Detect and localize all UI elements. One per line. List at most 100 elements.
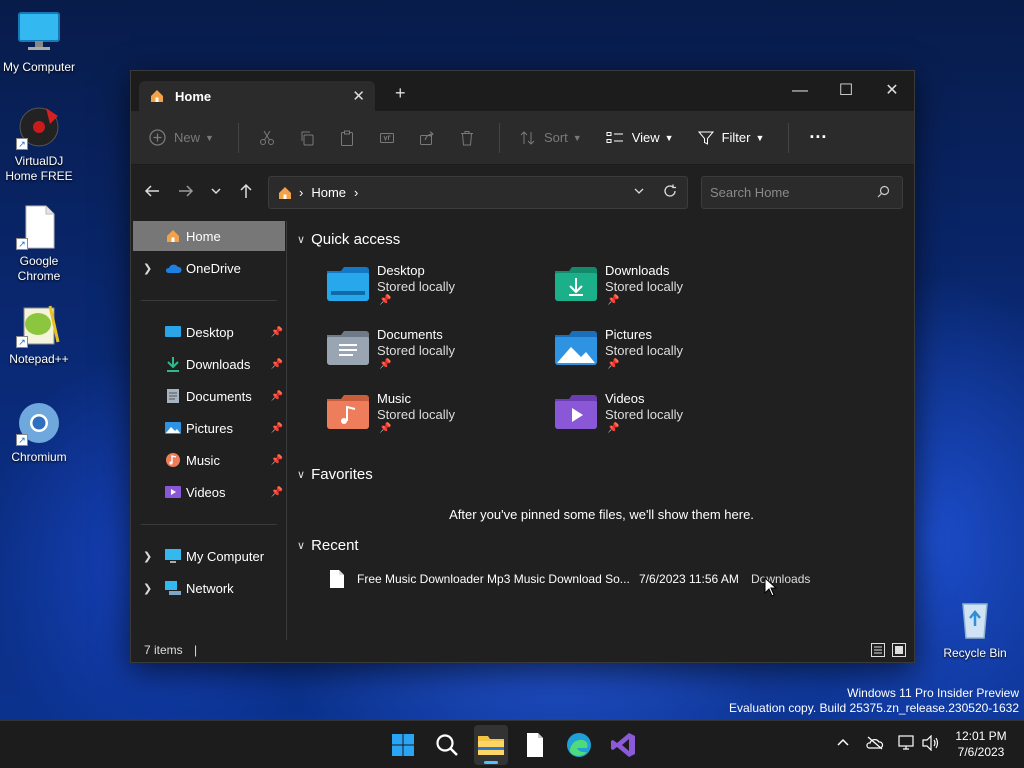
cut-button[interactable] [259,130,275,146]
search-placeholder: Search Home [710,185,790,200]
recent-locations-button[interactable] [210,183,222,204]
filter-button[interactable]: Filter ▼ [697,130,764,146]
start-button[interactable] [389,731,417,759]
nav-item-my-computer[interactable]: ❯ My Computer [133,541,285,571]
folder-icon [478,736,504,755]
nav-item-label: Desktop [186,324,234,340]
desktop-icon-recycle-bin[interactable]: Recycle Bin [936,596,1014,661]
back-button[interactable] [144,183,160,204]
quick-access-status: Stored locally [377,407,456,422]
chevron-right-icon[interactable]: ❯ [143,550,152,563]
paste-button[interactable] [339,130,355,146]
quick-access-item-music[interactable]: Music Stored locally 📌 [327,389,537,449]
quick-access-item-videos[interactable]: Videos Stored locally 📌 [555,389,765,449]
nav-item-network[interactable]: ❯ Network [133,573,285,603]
rename-button[interactable] [379,130,395,146]
desktop-icon-google-chrome[interactable]: ↗ Google Chrome [0,204,78,284]
title-bar: Home ✕ + — ☐ ✕ [131,71,914,111]
share-button[interactable] [419,130,435,146]
volume-tray-icon[interactable] [922,734,940,754]
quick-access-status: Stored locally [605,343,684,358]
see-more-button[interactable]: ··· [809,127,827,148]
up-button[interactable] [238,183,254,204]
breadcrumb-home[interactable]: Home [311,185,346,200]
copy-button[interactable] [299,130,315,146]
tab-home[interactable]: Home ✕ [139,81,375,111]
download-icon [167,357,179,372]
nav-item-pictures[interactable]: Pictures 📌 [133,413,285,443]
desktop-icon-virtualdj[interactable]: ↗ VirtualDJ Home FREE [0,104,78,184]
quick-access-item-downloads[interactable]: Downloads Stored locally 📌 [555,261,765,321]
section-title: Favorites [311,466,373,483]
refresh-icon [664,184,676,197]
delete-button[interactable] [459,130,475,146]
desktop-icon-my-computer[interactable]: My Computer [0,10,78,75]
new-label: New [174,130,201,145]
nav-item-label: Documents [186,388,252,404]
forward-button[interactable] [178,183,194,204]
chevron-right-icon[interactable]: ❯ [143,262,152,275]
cloud-icon [165,264,182,273]
minimize-button[interactable]: — [777,77,823,105]
address-bar[interactable]: › Home › [268,176,688,209]
taskbar-blank-file[interactable] [521,731,549,759]
quick-access-header[interactable]: ∨ Quick access [297,231,400,248]
nav-item-videos[interactable]: Videos 📌 [133,477,285,507]
nav-item-label: Pictures [186,420,233,436]
search-button[interactable] [433,731,461,759]
quick-access-item-documents[interactable]: Documents Stored locally 📌 [327,325,537,385]
nav-item-home[interactable]: Home [133,221,285,251]
chevron-right-icon[interactable]: ❯ [143,582,152,595]
clock[interactable]: 12:01 PM 7/6/2023 [948,728,1014,760]
recent-file-date: 7/6/2023 11:56 AM [639,572,739,586]
nav-item-documents[interactable]: Documents 📌 [133,381,285,411]
recent-header[interactable]: ∨ Recent [297,537,359,554]
network-tray-icon[interactable] [898,735,916,754]
desktop-icon-label: Google Chrome [17,254,61,283]
quick-access-item-pictures[interactable]: Pictures Stored locally 📌 [555,325,765,385]
show-hidden-icons-button[interactable] [836,735,850,752]
new-tab-button[interactable]: + [395,83,406,104]
desktop-icon-label: Recycle Bin [943,646,1007,660]
taskbar-visual-studio[interactable] [609,731,637,759]
address-dropdown-button[interactable] [633,185,645,200]
refresh-button[interactable] [663,184,677,201]
nav-item-downloads[interactable]: Downloads 📌 [133,349,285,379]
tab-close-button[interactable]: ✕ [352,87,365,105]
downloads-folder-icon [555,267,597,301]
desktop-icon-chromium[interactable]: ↗ Chromium [0,400,78,465]
tiles-view-button[interactable] [892,643,906,663]
nav-item-label: Music [186,452,220,468]
view-button[interactable]: View ▼ [606,130,674,145]
search-icon [877,178,890,209]
onedrive-tray-icon[interactable] [866,736,884,753]
taskbar-file-explorer[interactable] [474,725,508,765]
nav-item-onedrive[interactable]: ❯ OneDrive [133,253,285,283]
notepadpp-icon: ↗ [16,302,62,348]
desktop-icon-notepadpp[interactable]: ↗ Notepad++ [0,302,78,367]
recent-file-row[interactable]: Free Music Downloader Mp3 Music Download… [327,567,887,593]
file-icon [330,570,344,588]
nav-item-music[interactable]: Music 📌 [133,445,285,475]
speaker-icon [922,734,939,752]
status-bar: 7 items | [131,640,914,662]
home-icon [151,90,163,102]
maximize-button[interactable]: ☐ [823,77,869,105]
trash-icon [460,130,473,145]
chevron-down-icon [634,188,644,194]
quick-access-item-desktop[interactable]: Desktop Stored locally 📌 [327,261,537,321]
search-input[interactable]: Search Home [701,176,903,209]
sort-label: Sort [543,130,568,145]
details-view-button[interactable] [871,643,885,663]
sort-button[interactable]: Sort ▼ [520,130,582,146]
favorites-header[interactable]: ∨ Favorites [297,466,373,483]
desktop-icon-label: Notepad++ [9,352,69,366]
clock-time: 12:01 PM [955,729,1007,743]
virtualdj-icon: ↗ [16,104,62,150]
nav-item-desktop[interactable]: Desktop 📌 [133,317,285,347]
close-button[interactable]: ✕ [869,77,915,105]
taskbar-edge[interactable] [565,731,593,759]
monitor-icon [165,549,181,563]
new-button[interactable]: New ▼ [149,129,214,146]
copy-icon [301,131,314,145]
